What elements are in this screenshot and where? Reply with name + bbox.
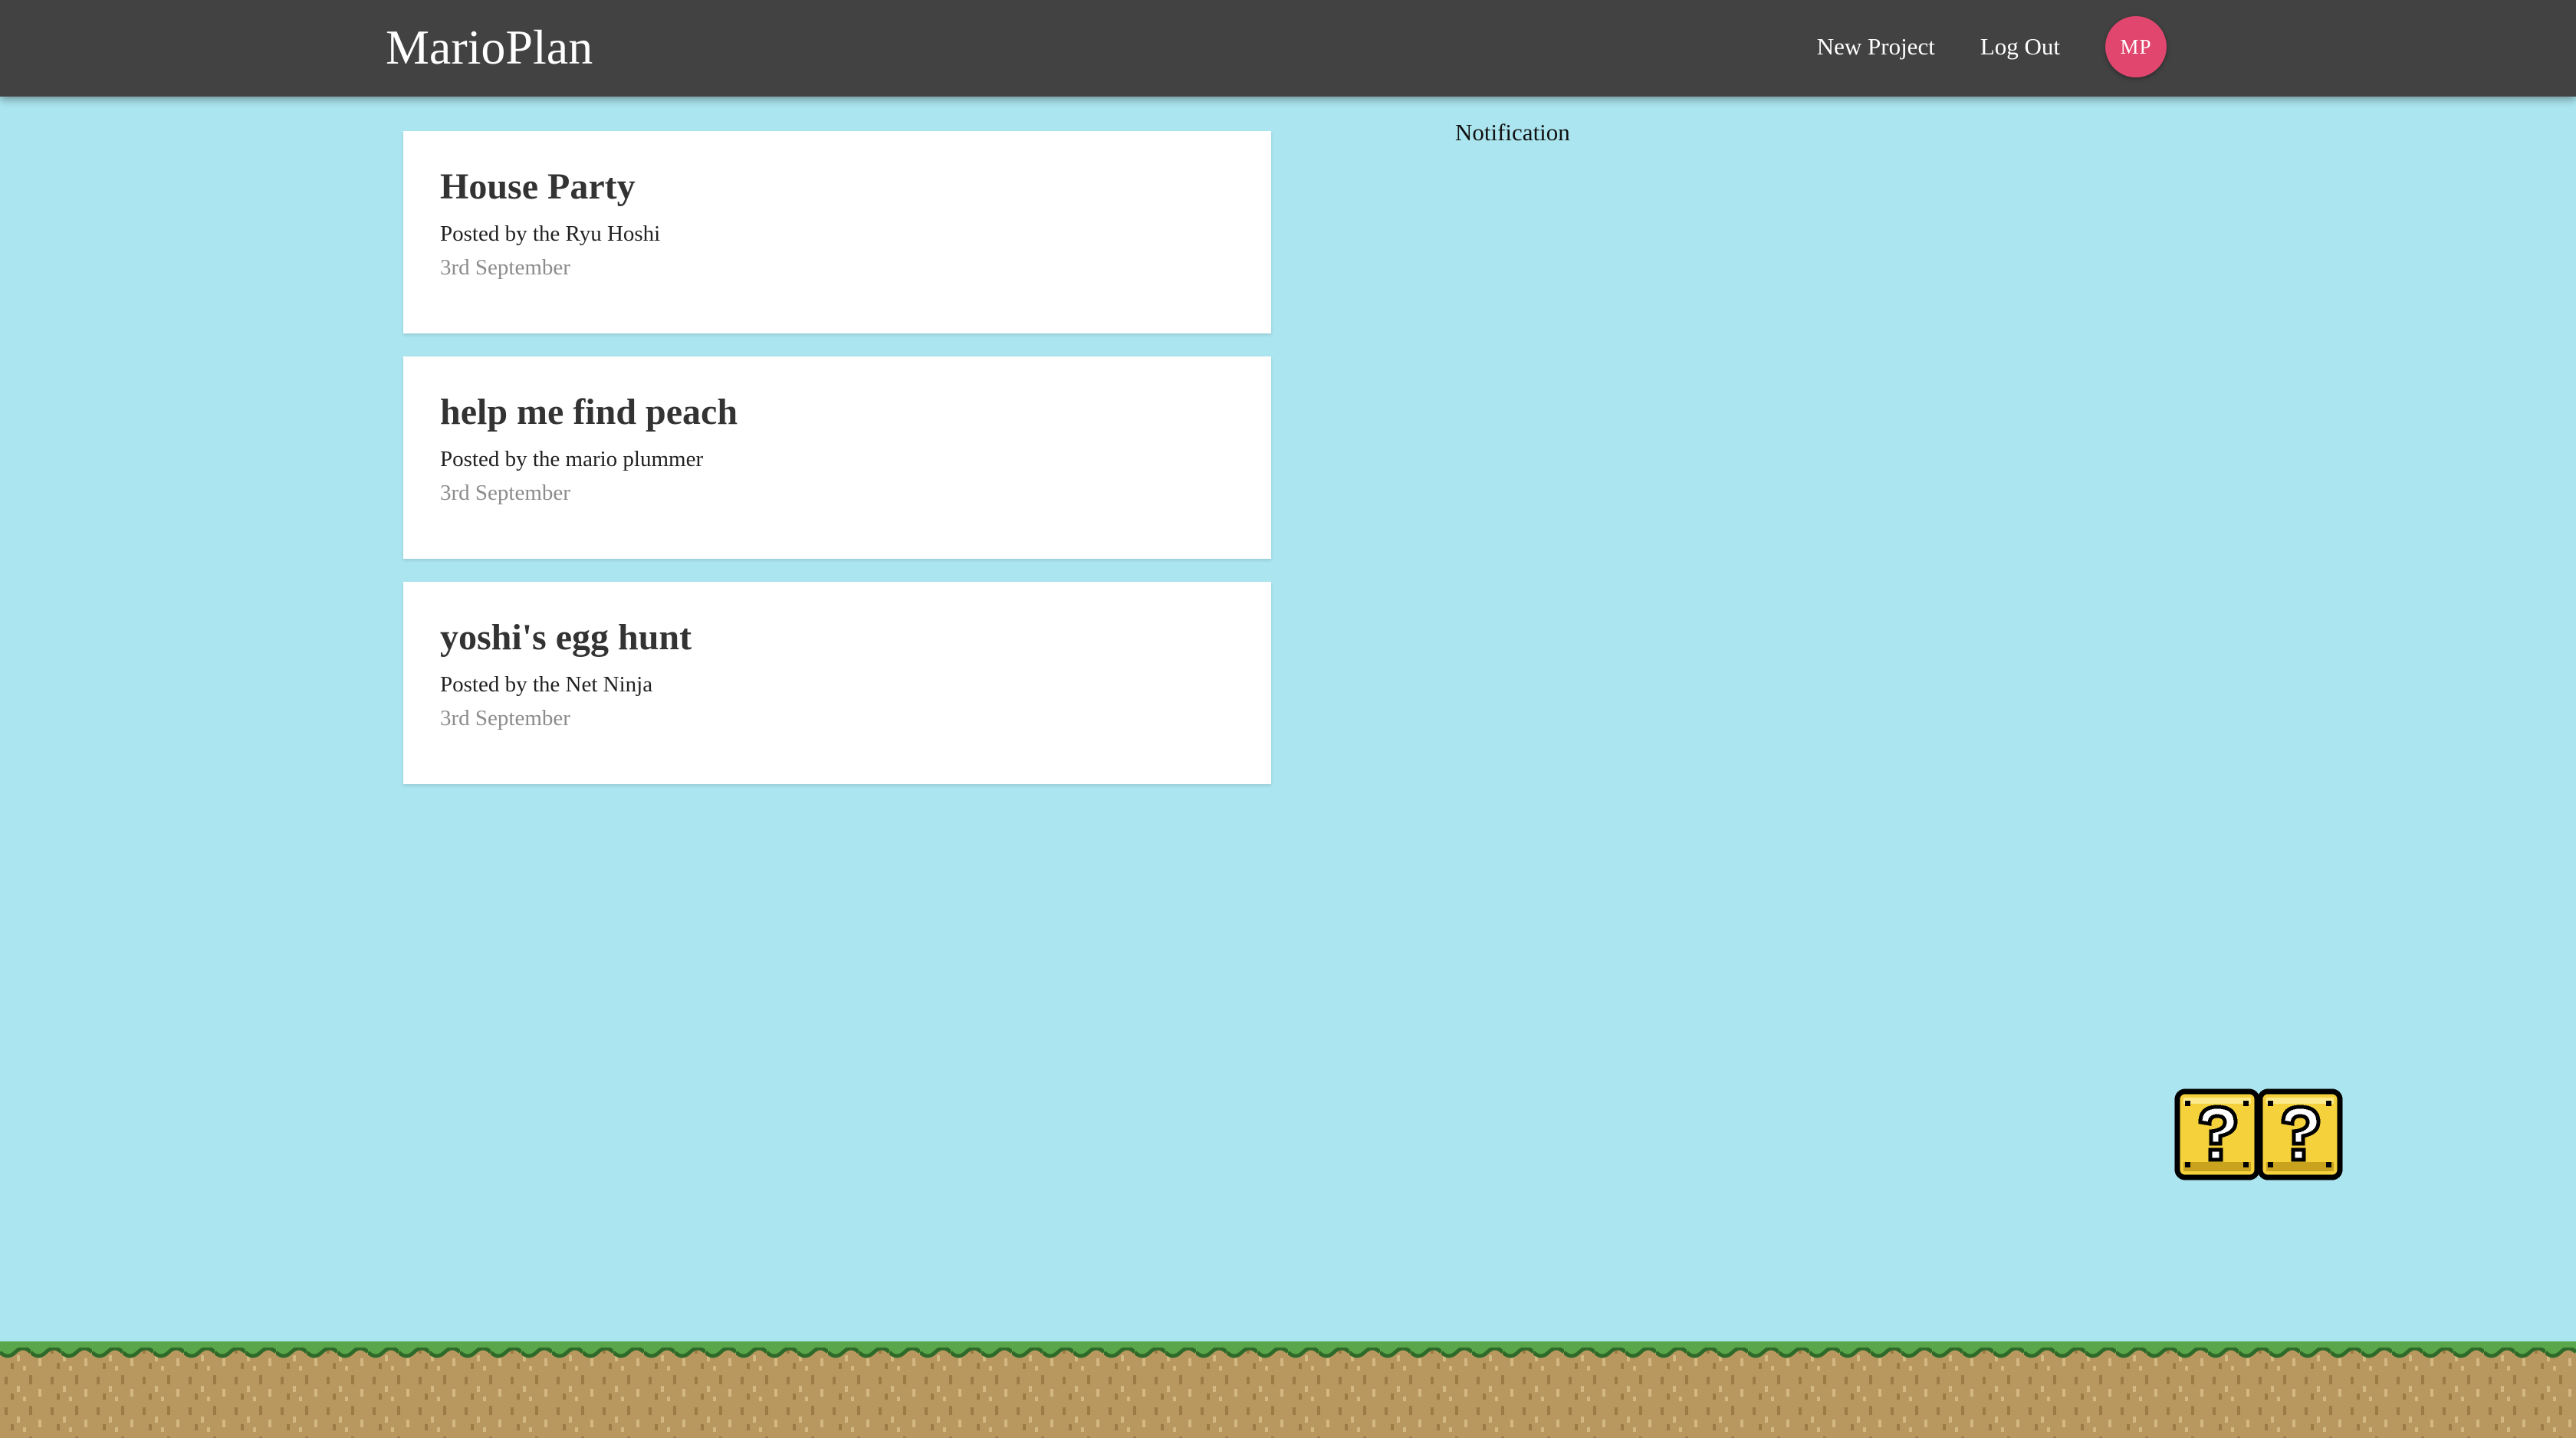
- project-card[interactable]: House Party Posted by the Ryu Hoshi 3rd …: [403, 131, 1271, 333]
- log-out-link[interactable]: Log Out: [1980, 33, 2060, 61]
- project-author: Posted by the Net Ninja: [440, 672, 653, 697]
- project-card[interactable]: yoshi's egg hunt Posted by the Net Ninja…: [403, 582, 1271, 784]
- project-date: 3rd September: [440, 255, 570, 280]
- brand-logo[interactable]: MarioPlan: [386, 17, 593, 78]
- project-title: House Party: [440, 166, 636, 207]
- user-avatar[interactable]: MP: [2105, 16, 2167, 77]
- new-project-link[interactable]: New Project: [1817, 33, 1935, 61]
- project-author: Posted by the mario plummer: [440, 447, 704, 471]
- nav-links: New Project Log Out MP: [1772, 15, 2167, 79]
- question-block-icon: [2257, 1088, 2343, 1180]
- notifications-title: Notification: [1455, 119, 1570, 146]
- project-card[interactable]: help me find peach Posted by the mario p…: [403, 356, 1271, 559]
- project-date: 3rd September: [440, 706, 570, 730]
- project-list: House Party Posted by the Ryu Hoshi 3rd …: [403, 131, 1271, 807]
- question-block-icon: [2174, 1088, 2343, 1180]
- grass-ground: [0, 1341, 2576, 1438]
- project-title: yoshi's egg hunt: [440, 617, 692, 658]
- navbar: MarioPlan New Project Log Out MP: [0, 0, 2576, 97]
- project-author: Posted by the Ryu Hoshi: [440, 222, 661, 246]
- question-block-icon: [2174, 1088, 2260, 1180]
- project-title: help me find peach: [440, 392, 738, 432]
- project-date: 3rd September: [440, 481, 570, 505]
